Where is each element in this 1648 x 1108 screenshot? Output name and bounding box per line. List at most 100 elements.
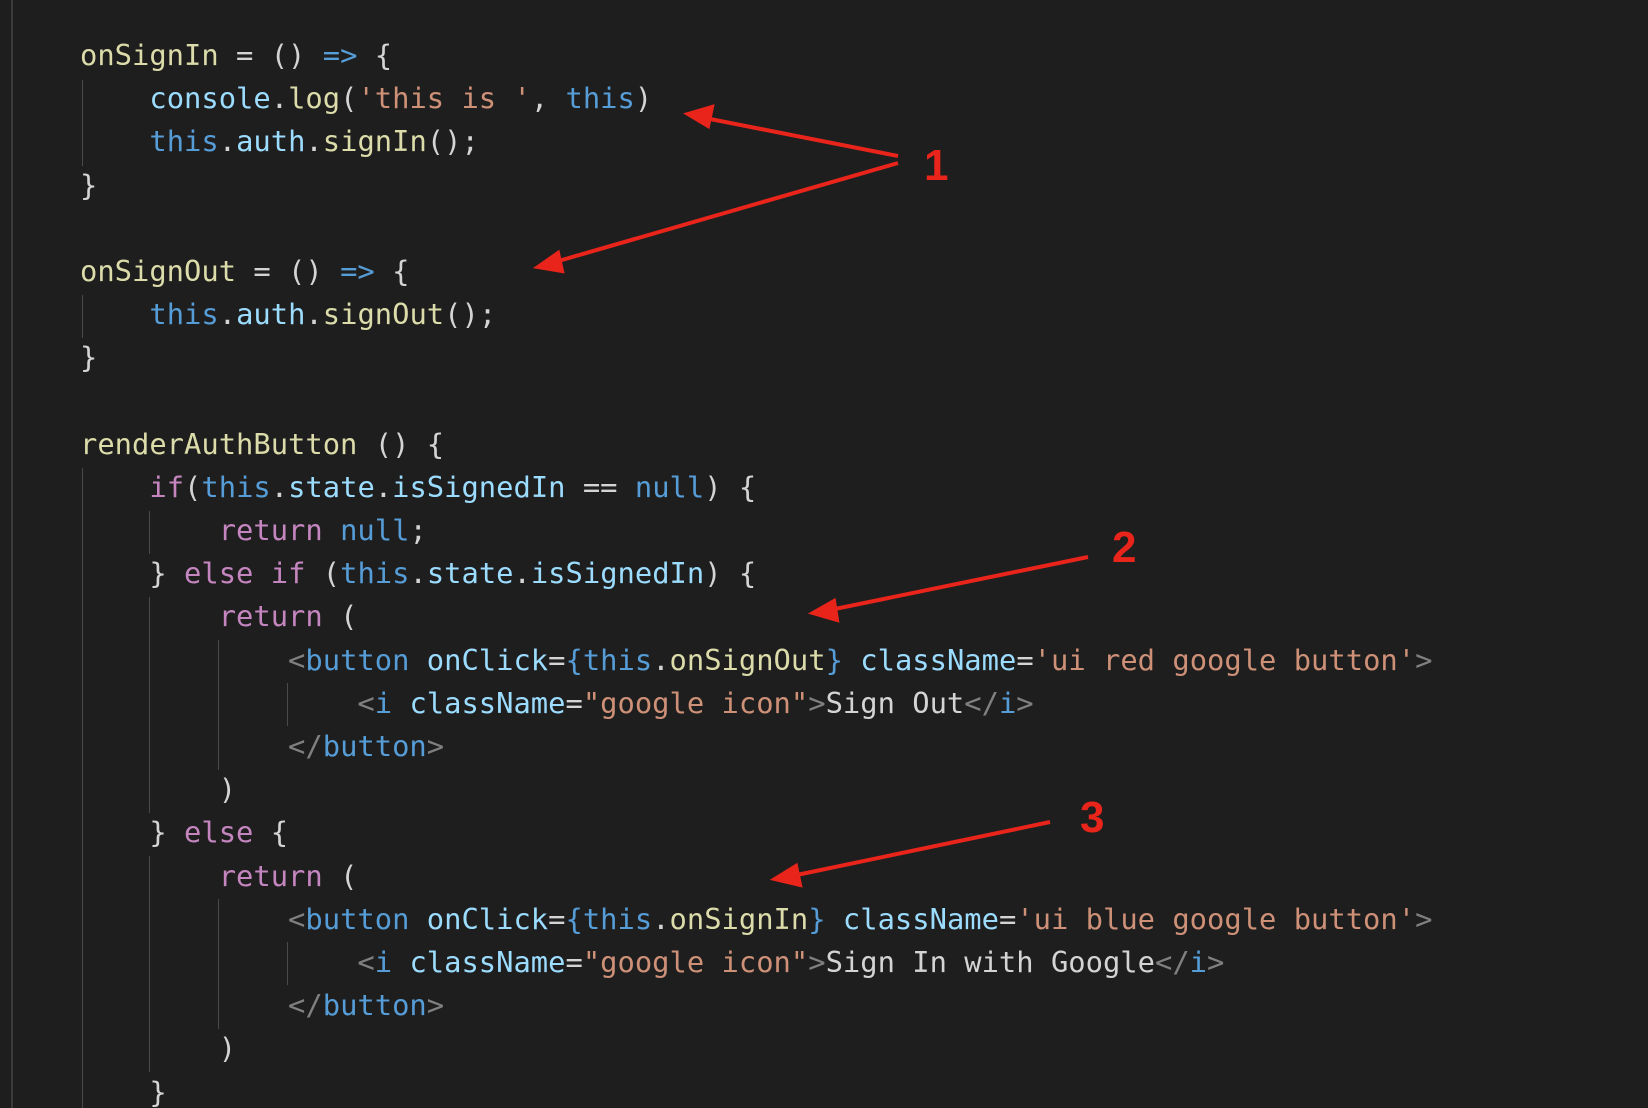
code-token: i	[374, 944, 393, 979]
code-line[interactable]: </button>	[80, 725, 1432, 768]
code-token: =	[548, 901, 566, 936]
code-token: Sign Out	[825, 685, 965, 720]
code-token: .	[409, 556, 427, 591]
annotation-label-2: 2	[1112, 523, 1137, 572]
code-token: =	[548, 642, 566, 677]
code-line[interactable]: )	[80, 1027, 1432, 1070]
code-token: isSignedIn	[530, 556, 705, 591]
code-line[interactable]: <i className="google icon">Sign In with …	[80, 941, 1432, 984]
code-editor[interactable]: onSignIn = () => { console.log('this is …	[0, 0, 1648, 1108]
code-line[interactable]: <i className="google icon">Sign Out</i>	[80, 682, 1432, 725]
code-token: .	[513, 556, 531, 591]
code-token: </	[1154, 944, 1190, 979]
code-token: }	[80, 556, 185, 591]
code-token: .	[305, 124, 323, 159]
code-line[interactable]: if(this.state.isSignedIn == null) {	[80, 466, 1432, 509]
code-token: 'ui red google button'	[1033, 642, 1416, 677]
code-line[interactable]: }	[80, 164, 1432, 207]
code-token: .	[652, 642, 670, 677]
code-line[interactable]: }	[80, 1071, 1432, 1108]
code-token: (	[340, 81, 358, 116]
code-token: .	[270, 81, 289, 116]
code-token: >	[1016, 685, 1034, 720]
code-token: else	[184, 556, 254, 591]
code-token: this	[582, 642, 653, 677]
code-token: i	[1189, 944, 1208, 979]
code-token: i	[374, 685, 393, 720]
code-token: (	[322, 858, 358, 893]
code-line[interactable]: <button onClick={this.onSignOut} classNa…	[80, 639, 1432, 682]
code-token: className	[409, 944, 566, 979]
code-token: >	[808, 685, 826, 720]
code-line[interactable]: this.auth.signIn();	[80, 120, 1432, 163]
code-token: )	[634, 81, 653, 116]
code-token: () {	[357, 426, 445, 461]
code-token: signIn	[322, 124, 427, 159]
code-token: <	[357, 944, 375, 979]
code-token: this	[565, 81, 635, 116]
code-token: <	[288, 642, 306, 677]
code-content[interactable]: onSignIn = () => { console.log('this is …	[80, 34, 1432, 1108]
code-line[interactable]: } else {	[80, 811, 1432, 854]
code-token: state	[426, 556, 514, 591]
code-line[interactable]: this.auth.signOut();	[80, 293, 1432, 336]
code-token: =	[565, 685, 583, 720]
code-line[interactable]: return (	[80, 595, 1432, 638]
code-token: state	[288, 469, 375, 504]
code-token: </	[288, 988, 323, 1023]
code-token: ();	[444, 297, 497, 332]
code-line[interactable]: } else if (this.state.isSignedIn) {	[80, 552, 1432, 595]
code-token: </	[964, 685, 999, 720]
code-line[interactable]: <button onClick={this.onSignIn} classNam…	[80, 898, 1432, 941]
code-token: this	[201, 469, 271, 504]
code-token: >	[1415, 642, 1433, 677]
code-token: null	[634, 469, 705, 504]
code-token: button	[322, 988, 427, 1023]
code-line[interactable]	[80, 207, 1432, 250]
code-token: .	[218, 297, 237, 332]
code-token: button	[322, 729, 427, 763]
code-token: return	[218, 599, 323, 634]
code-token: )	[80, 1031, 237, 1066]
code-token: onClick	[426, 642, 549, 677]
code-token: return	[218, 513, 323, 548]
code-token: (	[184, 469, 202, 504]
code-token: {	[253, 815, 289, 850]
code-token: auth	[236, 297, 306, 332]
code-line[interactable]: console.log('this is ', this)	[80, 77, 1432, 120]
code-token: =	[998, 901, 1017, 936]
code-token: button	[305, 642, 410, 677]
code-line[interactable]: renderAuthButton () {	[80, 423, 1432, 466]
code-token: if	[149, 469, 185, 504]
code-token: {	[565, 901, 583, 936]
code-line[interactable]	[80, 380, 1432, 423]
code-token: }	[80, 167, 98, 202]
code-token: >	[426, 729, 445, 763]
code-token: ;	[409, 513, 427, 548]
code-line[interactable]: }	[80, 336, 1432, 379]
code-token: "google icon"	[582, 944, 809, 979]
code-line[interactable]: )	[80, 768, 1432, 811]
code-token: </	[288, 729, 323, 763]
code-token: this	[340, 556, 410, 591]
code-line[interactable]: onSignOut = () => {	[80, 250, 1432, 293]
code-line[interactable]: return null;	[80, 509, 1432, 552]
code-token: className	[860, 642, 1017, 677]
code-line[interactable]: return (	[80, 855, 1432, 898]
annotation-label-1: 1	[924, 141, 949, 190]
code-line[interactable]: </button>	[80, 984, 1432, 1027]
code-line[interactable]: onSignIn = () => {	[80, 34, 1432, 77]
code-token: >	[808, 944, 826, 979]
code-token: onSignOut	[669, 642, 826, 677]
